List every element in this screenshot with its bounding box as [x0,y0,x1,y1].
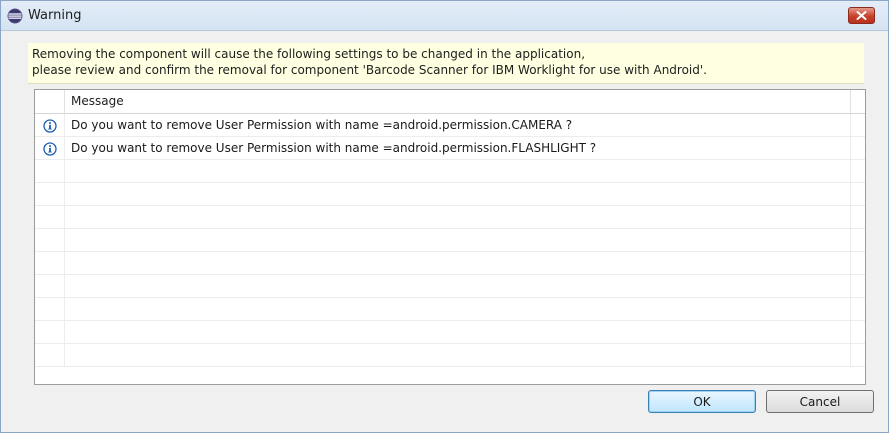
row-message [65,206,851,229]
row-icon-cell [35,275,65,298]
row-message: Do you want to remove User Permission wi… [65,114,851,137]
table-row [35,298,865,321]
row-icon-cell [35,137,65,160]
row-filler-cell [851,275,865,298]
row-filler-cell [851,160,865,183]
row-icon-cell [35,252,65,275]
row-icon-cell [35,114,65,137]
ok-button[interactable]: OK [648,390,756,413]
row-message [65,229,851,252]
row-message [65,275,851,298]
row-message [65,344,851,367]
warning-dialog: Warning Removing the component will caus… [0,0,889,433]
row-filler-cell [851,229,865,252]
row-message: Do you want to remove User Permission wi… [65,137,851,160]
row-message [65,252,851,275]
row-filler-cell [851,206,865,229]
close-button[interactable] [848,7,875,24]
table-row [35,160,865,183]
row-icon-cell [35,206,65,229]
banner-line-1: Removing the component will cause the fo… [32,47,586,61]
row-icon-cell [35,229,65,252]
message-table[interactable]: Message Do you want to remove User Permi… [34,89,866,385]
dialog-title: Warning [28,8,82,23]
table-row [35,321,865,344]
row-icon-cell [35,298,65,321]
info-icon [42,141,57,156]
row-message [65,321,851,344]
row-message [65,160,851,183]
row-icon-cell [35,321,65,344]
table-row [35,275,865,298]
row-message [65,298,851,321]
row-icon-cell [35,183,65,206]
eclipse-app-icon [7,8,23,24]
table-row [35,252,865,275]
row-filler-cell [851,298,865,321]
cancel-button[interactable]: Cancel [766,390,874,413]
icon-column-header[interactable] [35,90,65,114]
table-header: Message [35,90,865,114]
info-icon [42,118,57,133]
row-filler-cell [851,321,865,344]
row-filler-cell [851,137,865,160]
dialog-content: Removing the component will cause the fo… [20,32,874,432]
row-icon-cell [35,160,65,183]
info-banner: Removing the component will cause the fo… [28,43,864,84]
filler-column-header [851,90,865,114]
message-column-header[interactable]: Message [65,90,851,114]
table-row[interactable]: Do you want to remove User Permission wi… [35,137,865,160]
row-message [65,183,851,206]
close-icon [856,11,867,20]
table-row [35,229,865,252]
title-bar[interactable]: Warning [1,1,888,31]
row-filler-cell [851,183,865,206]
row-filler-cell [851,114,865,137]
row-filler-cell [851,252,865,275]
row-icon-cell [35,344,65,367]
table-row [35,206,865,229]
row-filler-cell [851,344,865,367]
table-row [35,183,865,206]
banner-line-2: please review and confirm the removal fo… [32,63,707,77]
table-row[interactable]: Do you want to remove User Permission wi… [35,114,865,137]
table-row [35,344,865,367]
